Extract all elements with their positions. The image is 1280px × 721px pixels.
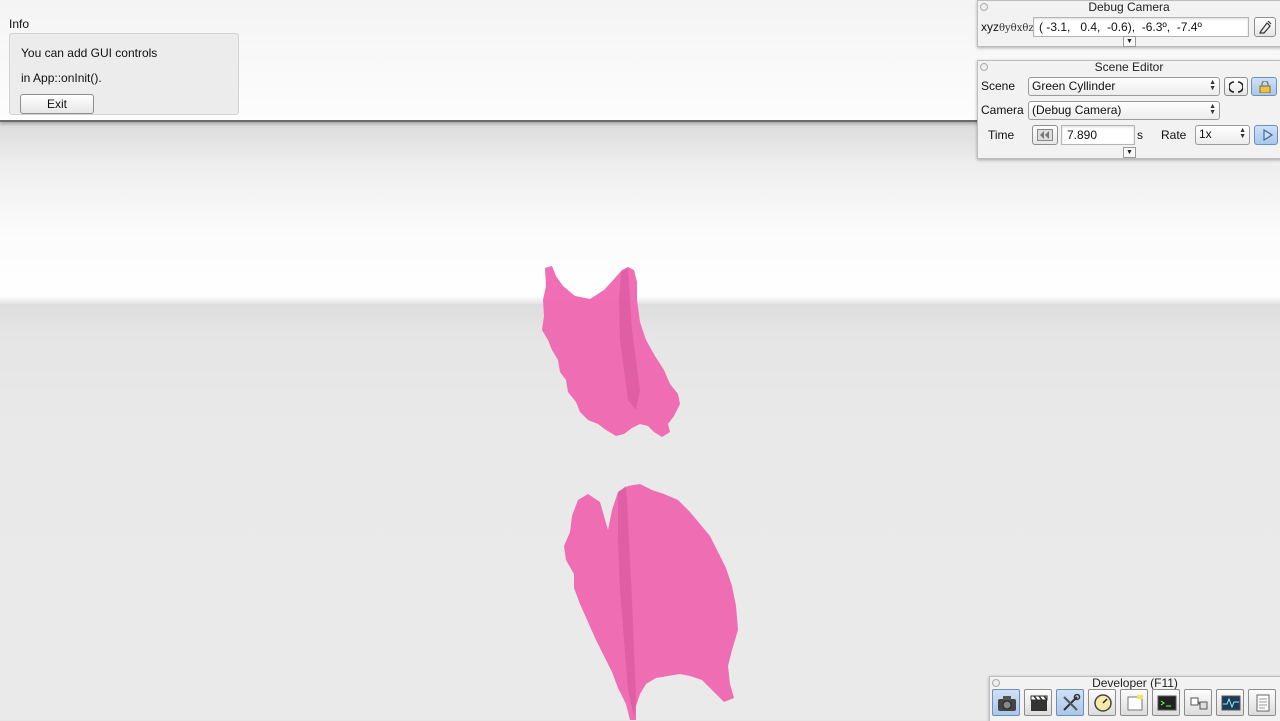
scene-label: Scene: [981, 79, 1016, 93]
profiler-icon[interactable]: [1216, 689, 1244, 716]
window-close-icon[interactable]: [980, 63, 988, 71]
camera-dropdown-value: (Debug Camera): [1032, 103, 1122, 117]
note-icon[interactable]: [1120, 689, 1148, 716]
debug-camera-window: Debug Camera xyzθyθxθz ( -3.1, 0.4, -0.6…: [977, 0, 1280, 47]
log-icon[interactable]: [1248, 689, 1276, 716]
time-reset-button[interactable]: [1032, 125, 1058, 145]
camera-label: Camera: [981, 103, 1024, 117]
rate-dropdown[interactable]: 1x ▲ ▼: [1195, 125, 1250, 145]
dropdown-arrows-icon: ▲ ▼: [1209, 79, 1216, 92]
scene-editor-expand-icon[interactable]: ▼: [1123, 147, 1136, 158]
dropdown-arrows-icon: ▲ ▼: [1209, 103, 1216, 116]
scene-graph-icon[interactable]: [1184, 689, 1212, 716]
pink-floating-mesh: [542, 266, 680, 437]
speed-gauge-icon[interactable]: [1088, 689, 1116, 716]
rate-dropdown-value: 1x: [1199, 127, 1212, 141]
debug-camera-title-text: Debug Camera: [1088, 0, 1170, 14]
scene-editor-title-text: Scene Editor: [1094, 60, 1164, 74]
rate-label: Rate: [1161, 128, 1187, 142]
scene-dropdown-value: Green Cyllinder: [1032, 79, 1116, 93]
tools-icon[interactable]: [1056, 689, 1084, 716]
camera-icon[interactable]: [992, 689, 1020, 716]
terminal-icon[interactable]: [1152, 689, 1180, 716]
developer-title-text: Developer (F11): [1092, 676, 1178, 690]
dropdown-arrows-icon: ▲ ▼: [1239, 127, 1246, 140]
rewind-icon: [1037, 129, 1053, 141]
time-field[interactable]: 7.890: [1061, 125, 1135, 145]
debug-camera-title[interactable]: Debug Camera: [978, 1, 1280, 14]
debug-camera-label: xyzθyθxθz: [981, 20, 1034, 34]
film-clapper-icon[interactable]: [1024, 689, 1052, 716]
window-close-icon[interactable]: [992, 679, 1000, 687]
debug-camera-label-main: xyz: [981, 20, 999, 34]
camera-dropdown[interactable]: (Debug Camera) ▲ ▼: [1028, 101, 1220, 120]
scene-dropdown[interactable]: Green Cyllinder ▲ ▼: [1028, 77, 1220, 96]
lock-scene-button[interactable]: [1251, 77, 1277, 96]
lock-icon: [1259, 81, 1271, 93]
time-unit: s: [1137, 128, 1143, 142]
info-title: Info: [9, 17, 30, 31]
scene-editor-title[interactable]: Scene Editor: [978, 61, 1280, 74]
info-text-line-1: You can add GUI controls: [21, 46, 158, 60]
window-close-icon[interactable]: [980, 3, 988, 11]
info-text-line-2: in App::onInit().: [21, 71, 102, 85]
scene-editor-window: Scene Editor Scene Green Cyllinder ▲ ▼ Ca…: [977, 60, 1280, 159]
camera-link-button[interactable]: [1254, 17, 1276, 37]
camera-frame-field[interactable]: ( -3.1, 0.4, -0.6), -6.3º, -7.4º: [1033, 17, 1249, 37]
debug-camera-label-sub: θyθxθz: [999, 23, 1034, 34]
debug-camera-expand-icon[interactable]: ▼: [1123, 36, 1136, 47]
time-label: Time: [988, 128, 1015, 142]
pencil-link-icon: [1259, 20, 1272, 34]
reload-scene-button[interactable]: [1224, 77, 1248, 96]
exit-button[interactable]: Exit: [20, 94, 94, 114]
pink-reflection-mesh: [564, 484, 738, 720]
info-pane: You can add GUI controls in App::onInit(…: [9, 33, 239, 115]
reload-icon: [1229, 81, 1243, 93]
play-icon: [1263, 129, 1273, 141]
play-button[interactable]: [1254, 125, 1278, 145]
